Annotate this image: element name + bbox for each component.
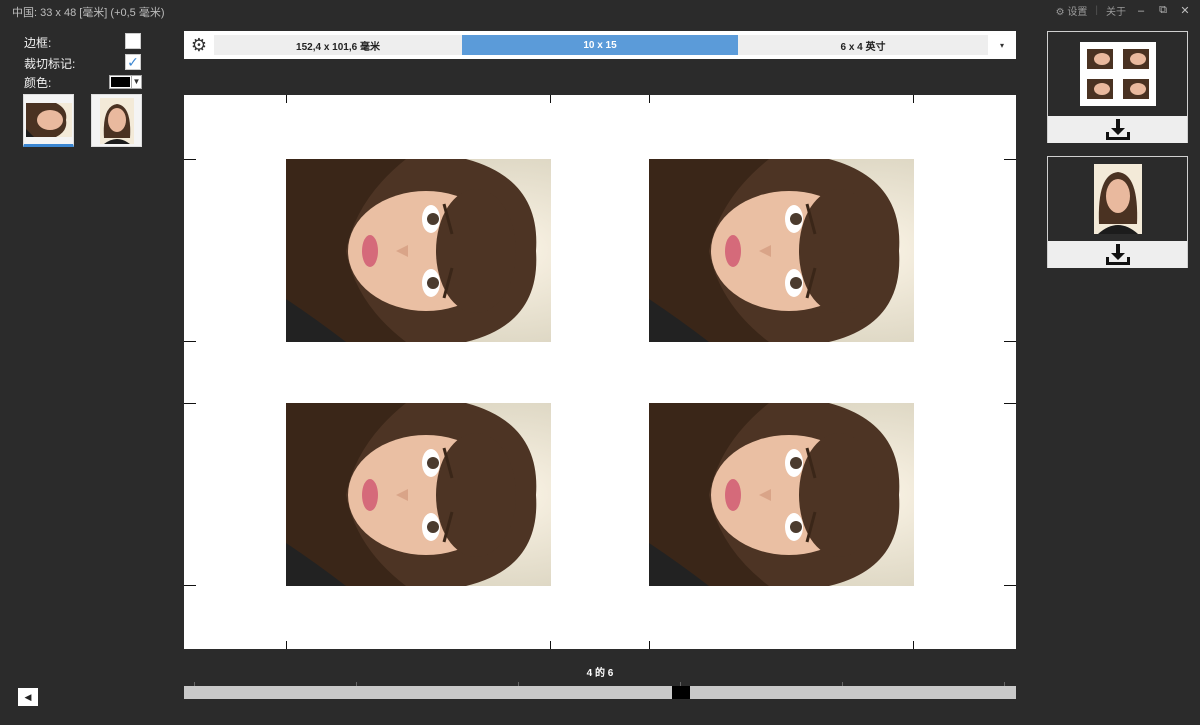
portrait-icon	[1093, 164, 1142, 234]
format-bar: ⚙ 152,4 x 101,6 毫米 10 x 15 6 x 4 英寸 ▾	[184, 31, 1016, 59]
checkmark-icon: ✓	[127, 54, 139, 70]
preview-single-photo[interactable]	[1047, 156, 1188, 268]
format-dropdown-icon[interactable]: ▾	[988, 41, 1016, 50]
crop-mark	[286, 641, 287, 649]
gear-icon[interactable]: ⚙	[184, 31, 214, 59]
download-sheet-button[interactable]	[1048, 116, 1187, 143]
format-option-mm[interactable]: 152,4 x 101,6 毫米	[214, 35, 462, 55]
portrait-rotated-icon	[25, 102, 72, 137]
download-icon	[1105, 118, 1130, 140]
format-option-inch[interactable]: 6 x 4 英寸	[738, 35, 988, 55]
chevron-down-icon: ▼	[131, 76, 141, 88]
close-button[interactable]: ✕	[1178, 4, 1192, 17]
color-swatch	[110, 76, 131, 88]
crop-mark	[1004, 585, 1016, 586]
sheet-preview-icon	[1079, 42, 1156, 106]
format-option-10x15[interactable]: 10 x 15	[462, 35, 738, 55]
back-arrow-icon: ◀	[24, 692, 32, 702]
crop-marks-label: 裁切标记:	[24, 57, 76, 71]
border-checkbox[interactable]	[125, 33, 141, 49]
about-link[interactable]: 关于	[1106, 3, 1126, 18]
crop-mark	[184, 159, 196, 160]
preview-sheet-layout[interactable]	[1047, 31, 1188, 143]
crop-mark	[913, 641, 914, 649]
preview-image	[1048, 157, 1187, 241]
border-label: 边框:	[24, 36, 52, 50]
crop-mark	[550, 641, 551, 649]
page-indicator: 4 的 6	[586, 668, 614, 679]
crop-mark	[184, 403, 196, 404]
print-photo	[649, 159, 914, 342]
back-button[interactable]: ◀	[18, 688, 38, 706]
variant-thumbnail-portrait[interactable]	[91, 94, 142, 147]
page-slider[interactable]	[184, 686, 1016, 699]
restore-button[interactable]: ⧉	[1156, 4, 1170, 17]
portrait-icon	[99, 97, 134, 144]
crop-mark	[184, 585, 196, 586]
crop-mark	[1004, 403, 1016, 404]
color-label: 颜色:	[24, 76, 52, 90]
window-title: 中国: 33 x 48 [毫米] (+0,5 毫米)	[12, 7, 165, 19]
print-photo	[286, 159, 551, 342]
print-photo	[649, 403, 914, 586]
crop-mark	[1004, 341, 1016, 342]
crop-mark	[184, 341, 196, 342]
print-sheet	[184, 95, 1016, 649]
crop-marks-checkbox[interactable]: ✓	[125, 54, 141, 70]
crop-mark	[913, 95, 914, 103]
settings-link[interactable]: ⚙ 设置	[1056, 3, 1088, 18]
page-slider-thumb[interactable]	[672, 686, 690, 699]
crop-mark	[649, 95, 650, 103]
crop-mark	[286, 95, 287, 103]
settings-label: 设置	[1067, 7, 1088, 18]
variant-thumbnail-landscape[interactable]	[23, 94, 74, 147]
download-icon	[1105, 243, 1130, 265]
crop-mark	[649, 641, 650, 649]
preview-image	[1048, 32, 1187, 116]
print-photo	[286, 403, 551, 586]
color-picker[interactable]: ▼	[109, 75, 142, 89]
crop-mark	[550, 95, 551, 103]
download-photo-button[interactable]	[1048, 241, 1187, 268]
minimize-button[interactable]: –	[1134, 5, 1148, 17]
window-controls: ⚙ 设置 | 关于 – ⧉ ✕	[1056, 3, 1192, 18]
crop-mark	[1004, 159, 1016, 160]
gear-icon: ⚙	[1055, 7, 1065, 18]
